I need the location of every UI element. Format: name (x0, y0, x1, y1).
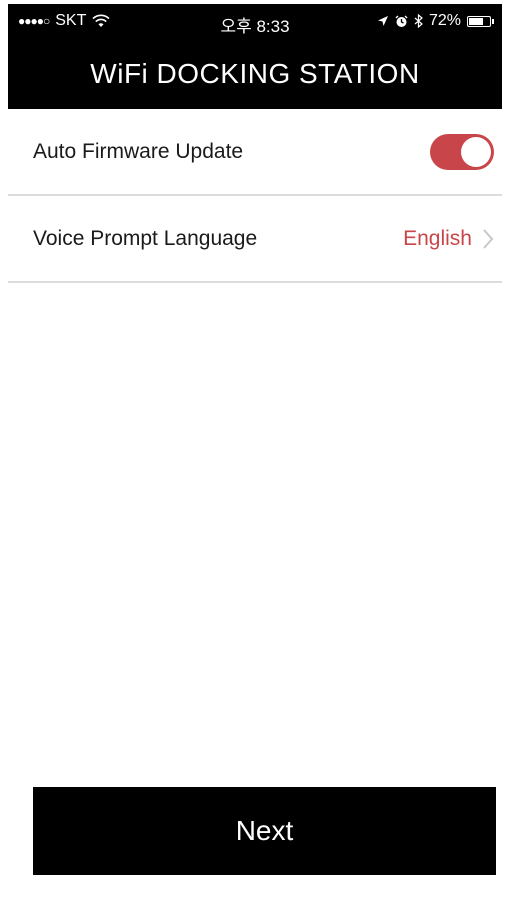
language-value-group[interactable]: English (403, 227, 494, 251)
chevron-right-icon (483, 228, 494, 249)
setting-row-auto-firmware-update[interactable]: Auto Firmware Update (8, 109, 502, 196)
battery-tip (492, 18, 494, 24)
battery-icon (467, 15, 494, 27)
battery-fill (469, 17, 483, 25)
settings-list: Auto Firmware Update Voice Prompt Langua… (8, 109, 502, 283)
status-bar: ●●●●○ SKT 오후 8:33 72% (8, 4, 502, 40)
toggle-knob (461, 136, 491, 167)
page-title: WiFi DOCKING STATION (90, 58, 420, 89)
alarm-icon (395, 15, 408, 27)
status-right: 72% (377, 12, 494, 30)
setting-row-voice-prompt-language[interactable]: Voice Prompt Language English (8, 196, 502, 283)
setting-label: Auto Firmware Update (33, 139, 244, 163)
battery-body (467, 15, 491, 27)
setting-label: Voice Prompt Language (33, 226, 258, 250)
battery-percent: 72% (428, 12, 461, 29)
next-button[interactable]: Next (33, 787, 496, 875)
auto-firmware-update-toggle[interactable] (430, 133, 494, 170)
voice-prompt-language-value: English (403, 226, 472, 250)
bluetooth-icon (414, 14, 423, 28)
app-header: ●●●●○ SKT 오후 8:33 72% WiFi DOCKING STATI… (8, 4, 502, 109)
location-arrow-icon (377, 16, 388, 26)
